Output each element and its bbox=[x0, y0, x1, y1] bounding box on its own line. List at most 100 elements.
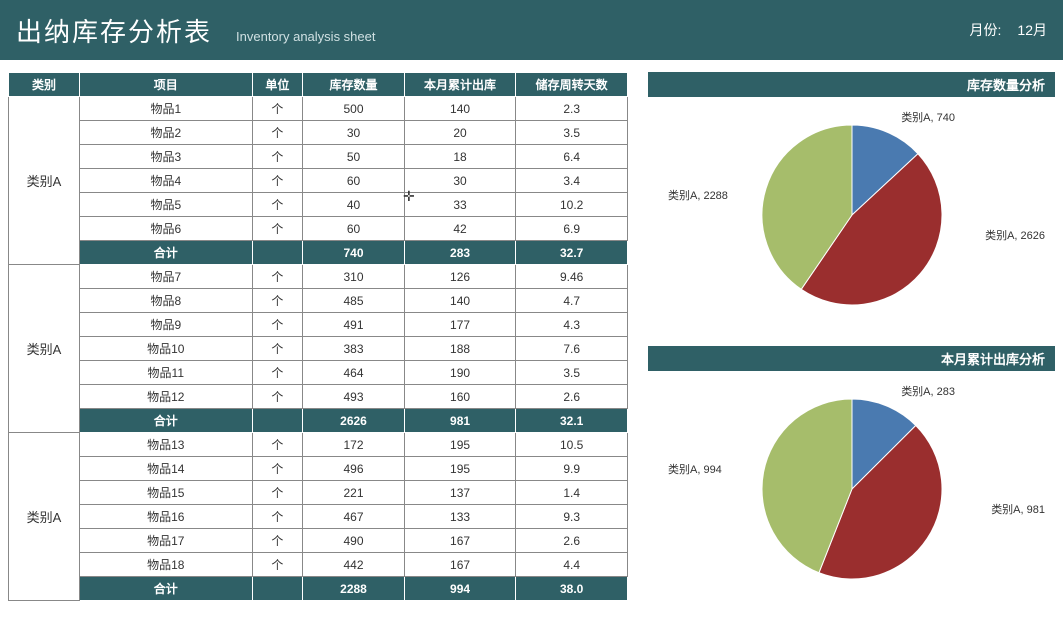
cell-qty[interactable]: 500 bbox=[303, 97, 404, 121]
cell-turn[interactable]: 4.3 bbox=[516, 313, 628, 337]
cell-out[interactable]: 137 bbox=[404, 481, 516, 505]
cell-qty[interactable]: 30 bbox=[303, 121, 404, 145]
cell-out[interactable]: 190 bbox=[404, 361, 516, 385]
cell-turn[interactable]: 9.3 bbox=[516, 505, 628, 529]
cell-turn[interactable]: 10.2 bbox=[516, 193, 628, 217]
table-row[interactable]: 物品17个4901672.6 bbox=[9, 529, 628, 553]
cell-unit[interactable]: 个 bbox=[252, 145, 303, 169]
cell-turn[interactable]: 1.4 bbox=[516, 481, 628, 505]
cell-out[interactable]: 195 bbox=[404, 433, 516, 457]
table-row[interactable]: 物品18个4421674.4 bbox=[9, 553, 628, 577]
table-row[interactable]: 物品16个4671339.3 bbox=[9, 505, 628, 529]
cell-unit[interactable]: 个 bbox=[252, 289, 303, 313]
cell-item[interactable]: 物品9 bbox=[80, 313, 253, 337]
cell-item[interactable]: 物品11 bbox=[80, 361, 253, 385]
table-row[interactable]: 物品5个403310.2 bbox=[9, 193, 628, 217]
cell-out[interactable]: 33 bbox=[404, 193, 516, 217]
cell-turn[interactable]: 4.7 bbox=[516, 289, 628, 313]
cell-turn[interactable]: 4.4 bbox=[516, 553, 628, 577]
cell-qty[interactable]: 60 bbox=[303, 169, 404, 193]
cell-unit[interactable]: 个 bbox=[252, 337, 303, 361]
cell-turn[interactable]: 3.5 bbox=[516, 121, 628, 145]
cell-out[interactable]: 167 bbox=[404, 529, 516, 553]
cell-out[interactable]: 140 bbox=[404, 289, 516, 313]
cell-qty[interactable]: 40 bbox=[303, 193, 404, 217]
cell-turn[interactable]: 2.3 bbox=[516, 97, 628, 121]
table-row[interactable]: 物品8个4851404.7 bbox=[9, 289, 628, 313]
table-row[interactable]: 物品12个4931602.6 bbox=[9, 385, 628, 409]
table-row[interactable]: 类别A物品13个17219510.5 bbox=[9, 433, 628, 457]
cell-out[interactable]: 140 bbox=[404, 97, 516, 121]
table-row[interactable]: 物品2个30203.5 bbox=[9, 121, 628, 145]
cell-item[interactable]: 物品2 bbox=[80, 121, 253, 145]
table-row[interactable]: 物品15个2211371.4 bbox=[9, 481, 628, 505]
table-row[interactable]: 类别A物品7个3101269.46 bbox=[9, 265, 628, 289]
table-row[interactable]: 类别A物品1个5001402.3 bbox=[9, 97, 628, 121]
cell-qty[interactable]: 467 bbox=[303, 505, 404, 529]
cell-item[interactable]: 物品14 bbox=[80, 457, 253, 481]
cell-unit[interactable]: 个 bbox=[252, 529, 303, 553]
cell-turn[interactable]: 3.5 bbox=[516, 361, 628, 385]
cell-item[interactable]: 物品4 bbox=[80, 169, 253, 193]
cell-unit[interactable]: 个 bbox=[252, 361, 303, 385]
cell-item[interactable]: 物品12 bbox=[80, 385, 253, 409]
cell-turn[interactable]: 9.46 bbox=[516, 265, 628, 289]
cell-qty[interactable]: 442 bbox=[303, 553, 404, 577]
cell-qty[interactable]: 221 bbox=[303, 481, 404, 505]
cell-out[interactable]: 20 bbox=[404, 121, 516, 145]
cell-qty[interactable]: 172 bbox=[303, 433, 404, 457]
cell-item[interactable]: 物品16 bbox=[80, 505, 253, 529]
cell-unit[interactable]: 个 bbox=[252, 265, 303, 289]
cell-item[interactable]: 物品1 bbox=[80, 97, 253, 121]
cell-item[interactable]: 物品13 bbox=[80, 433, 253, 457]
cell-turn[interactable]: 2.6 bbox=[516, 529, 628, 553]
table-row[interactable]: 物品10个3831887.6 bbox=[9, 337, 628, 361]
table-row[interactable]: 物品6个60426.9 bbox=[9, 217, 628, 241]
cell-qty[interactable]: 493 bbox=[303, 385, 404, 409]
cell-turn[interactable]: 2.6 bbox=[516, 385, 628, 409]
month-value[interactable]: 12月 bbox=[1017, 20, 1047, 40]
cell-item[interactable]: 物品17 bbox=[80, 529, 253, 553]
cell-unit[interactable]: 个 bbox=[252, 97, 303, 121]
cell-out[interactable]: 30 bbox=[404, 169, 516, 193]
cell-turn[interactable]: 10.5 bbox=[516, 433, 628, 457]
cell-unit[interactable]: 个 bbox=[252, 433, 303, 457]
cell-out[interactable]: 126 bbox=[404, 265, 516, 289]
cell-qty[interactable]: 60 bbox=[303, 217, 404, 241]
cell-turn[interactable]: 6.4 bbox=[516, 145, 628, 169]
cell-qty[interactable]: 50 bbox=[303, 145, 404, 169]
cell-qty[interactable]: 464 bbox=[303, 361, 404, 385]
cell-item[interactable]: 物品5 bbox=[80, 193, 253, 217]
cell-unit[interactable]: 个 bbox=[252, 193, 303, 217]
cell-unit[interactable]: 个 bbox=[252, 313, 303, 337]
cell-unit[interactable]: 个 bbox=[252, 217, 303, 241]
cell-item[interactable]: 物品7 bbox=[80, 265, 253, 289]
cell-unit[interactable]: 个 bbox=[252, 481, 303, 505]
cell-out[interactable]: 188 bbox=[404, 337, 516, 361]
table-row[interactable]: 物品3个50186.4 bbox=[9, 145, 628, 169]
cell-unit[interactable]: 个 bbox=[252, 505, 303, 529]
cell-item[interactable]: 物品10 bbox=[80, 337, 253, 361]
cell-qty[interactable]: 383 bbox=[303, 337, 404, 361]
cell-out[interactable]: 177 bbox=[404, 313, 516, 337]
cell-item[interactable]: 物品3 bbox=[80, 145, 253, 169]
cell-turn[interactable]: 3.4 bbox=[516, 169, 628, 193]
cell-turn[interactable]: 9.9 bbox=[516, 457, 628, 481]
cell-item[interactable]: 物品8 bbox=[80, 289, 253, 313]
cell-qty[interactable]: 310 bbox=[303, 265, 404, 289]
table-row[interactable]: 物品4个60303.4 bbox=[9, 169, 628, 193]
cell-out[interactable]: 195 bbox=[404, 457, 516, 481]
cell-unit[interactable]: 个 bbox=[252, 121, 303, 145]
cell-unit[interactable]: 个 bbox=[252, 457, 303, 481]
cell-unit[interactable]: 个 bbox=[252, 169, 303, 193]
table-row[interactable]: 物品11个4641903.5 bbox=[9, 361, 628, 385]
cell-item[interactable]: 物品15 bbox=[80, 481, 253, 505]
cell-out[interactable]: 160 bbox=[404, 385, 516, 409]
cell-qty[interactable]: 485 bbox=[303, 289, 404, 313]
cell-qty[interactable]: 491 bbox=[303, 313, 404, 337]
cell-out[interactable]: 18 bbox=[404, 145, 516, 169]
cell-turn[interactable]: 7.6 bbox=[516, 337, 628, 361]
cell-out[interactable]: 133 bbox=[404, 505, 516, 529]
cell-unit[interactable]: 个 bbox=[252, 385, 303, 409]
cell-item[interactable]: 物品18 bbox=[80, 553, 253, 577]
